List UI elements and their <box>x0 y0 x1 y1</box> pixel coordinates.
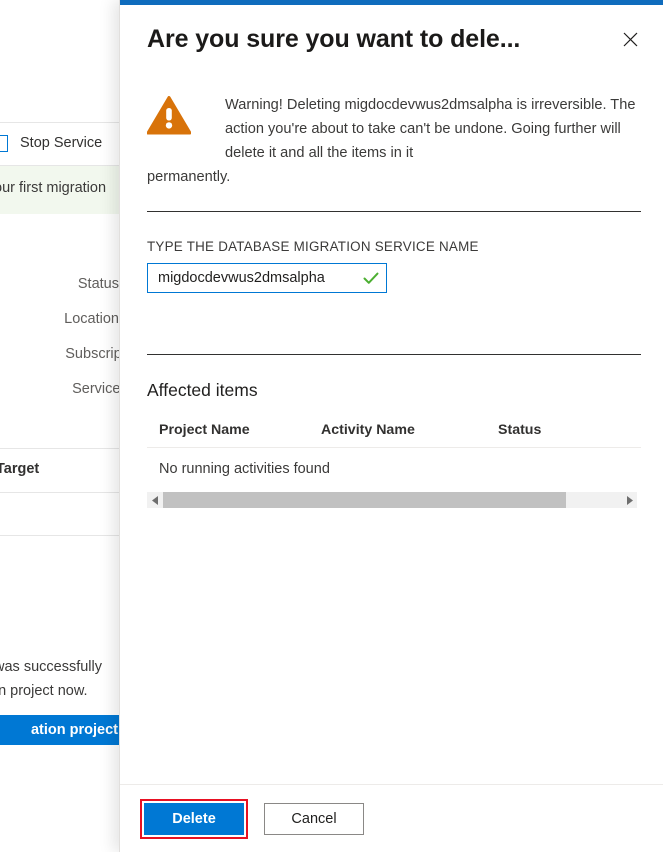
table-empty-message: No running activities found <box>147 448 641 491</box>
stop-service-label: Stop Service <box>20 135 102 151</box>
background-property-service-ui: Service/UI <box>72 381 125 397</box>
chevron-left-icon[interactable] <box>147 492 163 508</box>
table-horizontal-scrollbar[interactable] <box>147 491 637 508</box>
table-header-row: Project Name Activity Name Status <box>147 422 641 448</box>
section-divider-top <box>147 211 641 212</box>
scrollbar-thumb[interactable] <box>163 492 566 508</box>
delete-button-annotation: Delete <box>140 799 248 839</box>
background-message-line-2: on project now. <box>0 683 88 699</box>
background-divider <box>0 122 125 123</box>
background-divider <box>0 492 125 493</box>
close-icon[interactable] <box>614 23 646 55</box>
warning-triangle-icon <box>147 96 191 140</box>
background-new-migration-project-button[interactable]: ation project <box>0 715 125 745</box>
background-target-heading: Target <box>0 461 39 477</box>
column-header-activity-name[interactable]: Activity Name <box>321 422 498 438</box>
background-stop-service-row[interactable]: Stop Service <box>0 128 125 158</box>
confirm-field-label: TYPE THE DATABASE MIGRATION SERVICE NAME <box>147 239 641 254</box>
warning-message-overflow: permanently. <box>147 165 639 189</box>
background-property-location: Location <box>64 311 119 327</box>
dialog-header: Are you sure you want to dele... <box>120 5 663 73</box>
warning-message-main: Warning! Deleting migdocdevwus2dmsalpha … <box>225 97 635 161</box>
checkmark-icon <box>362 269 380 287</box>
background-divider <box>0 535 125 536</box>
stop-service-checkbox[interactable] <box>0 135 8 152</box>
warning-block: Warning! Deleting migdocdevwus2dmsalpha … <box>147 93 641 189</box>
scrollbar-track[interactable] <box>163 492 621 508</box>
affected-items-table: Project Name Activity Name Status No run… <box>147 422 641 508</box>
background-divider <box>0 448 125 449</box>
column-header-project-name[interactable]: Project Name <box>147 422 321 438</box>
affected-items-title: Affected items <box>147 380 641 401</box>
background-banner-text: our first migration <box>0 180 106 196</box>
dialog-title: Are you sure you want to dele... <box>147 25 614 54</box>
background-property-status: Status <box>78 276 119 292</box>
column-header-status[interactable]: Status <box>498 422 641 438</box>
confirm-name-input[interactable] <box>158 270 362 286</box>
cancel-button[interactable]: Cancel <box>264 803 364 835</box>
dialog-footer: Delete Cancel <box>120 784 663 852</box>
delete-button[interactable]: Delete <box>144 803 244 835</box>
screen: Stop Service our first migration Status … <box>0 0 663 852</box>
background-property-subscription: Subscriptio <box>65 346 125 362</box>
background-blade: Stop Service our first migration Status … <box>0 0 125 852</box>
background-message-line-1: was successfully <box>0 659 102 675</box>
delete-confirmation-dialog: Are you sure you want to dele... <box>119 0 663 852</box>
dialog-body: Warning! Deleting migdocdevwus2dmsalpha … <box>120 73 663 784</box>
chevron-right-icon[interactable] <box>621 492 637 508</box>
warning-message: Warning! Deleting migdocdevwus2dmsalpha … <box>225 93 639 189</box>
confirm-name-field[interactable] <box>147 263 387 293</box>
section-divider-bottom <box>147 354 641 355</box>
background-success-banner: our first migration <box>0 166 125 214</box>
